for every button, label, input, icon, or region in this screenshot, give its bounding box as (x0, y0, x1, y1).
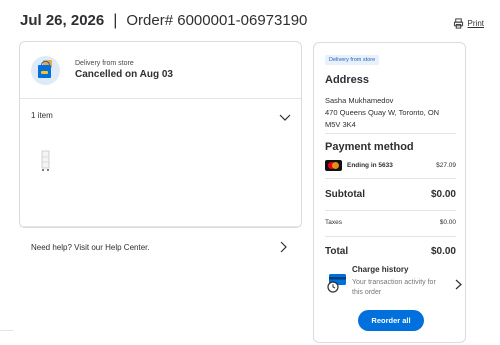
printer-icon (453, 18, 463, 29)
charge-history-title: Charge history (352, 265, 409, 274)
order-status: Cancelled on Aug 03 (75, 69, 173, 80)
help-center-link[interactable]: Need help? Visit our Help Center. (20, 227, 301, 267)
divider (325, 210, 456, 211)
shopping-bag-icon (31, 55, 60, 85)
reorder-all-button[interactable]: Reorder all (358, 310, 424, 331)
fulfillment-method: Delivery from store (75, 60, 134, 67)
chevron-right-icon (280, 241, 287, 253)
fulfillment-status-row: Delivery from store Cancelled on Aug 03 (20, 42, 301, 99)
print-button[interactable]: Print (453, 18, 484, 29)
chevron-down-icon[interactable] (279, 112, 291, 122)
payment-card-row: Ending in 5633 $27.09 (325, 160, 456, 171)
subtotal-value: $0.00 (430, 189, 456, 200)
credit-card-clock-icon (327, 274, 346, 293)
chevron-right-icon (455, 279, 462, 290)
delivery-badge: Delivery from store (325, 55, 380, 65)
address-name: Sasha Mukhamedov (325, 96, 394, 105)
fulfillment-text: Delivery from store Cancelled on Aug 03 (75, 60, 173, 80)
header-separator: | (113, 12, 118, 29)
address-street: 470 Queens Quay W, Toronto, ON (325, 108, 440, 117)
subtotal-row: Subtotal $0.00 (325, 189, 456, 200)
divider (325, 178, 456, 179)
order-header: Jul 26, 2026 | Order# 6000001-06973190 (20, 12, 307, 30)
order-number: Order# 6000001-06973190 (126, 12, 308, 29)
help-center-text: Need help? Visit our Help Center. (31, 242, 150, 252)
order-date: Jul 26, 2026 (20, 12, 105, 29)
address-postal: M5V 3K4 (325, 120, 356, 129)
subtotal-label: Subtotal (325, 189, 365, 200)
charge-history-link[interactable]: Charge history Your transaction activity… (325, 264, 462, 304)
mastercard-icon (325, 160, 342, 171)
total-label: Total (325, 246, 349, 257)
product-thumbnail[interactable] (39, 149, 53, 173)
order-summary-card: Delivery from store Address Sasha Mukham… (313, 42, 466, 343)
divider (325, 236, 456, 237)
items-count: 1 item (31, 111, 53, 120)
taxes-label: Taxes (325, 219, 342, 226)
divider (0, 330, 13, 331)
card-ending: Ending in 5633 (347, 162, 393, 169)
taxes-value: $0.00 (439, 219, 456, 226)
print-label[interactable]: Print (468, 19, 484, 28)
charge-history-desc: Your transaction activity for this order (352, 279, 436, 296)
total-value: $0.00 (430, 246, 456, 257)
total-row: Total $0.00 (325, 246, 456, 257)
payment-method-heading: Payment method (325, 141, 414, 153)
order-details-card: Delivery from store Cancelled on Aug 03 … (19, 41, 302, 253)
items-section[interactable]: 1 item (20, 99, 301, 227)
divider (325, 133, 456, 134)
card-amount: $27.09 (436, 162, 456, 169)
address-heading: Address (325, 74, 370, 86)
taxes-row: Taxes $0.00 (325, 219, 456, 226)
